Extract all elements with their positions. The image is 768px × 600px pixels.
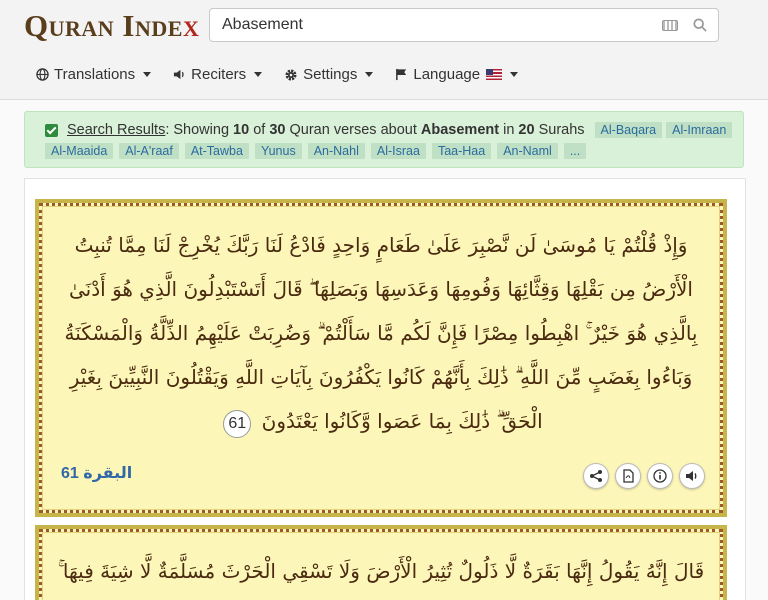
verse-card: وَإِذْ قُلْتُمْ يَا مُوسَىٰ لَن نَّصْبِر… (35, 199, 727, 517)
logo-x: x (182, 8, 200, 43)
nav-settings[interactable]: Settings (284, 66, 374, 83)
search-icon[interactable] (693, 18, 707, 32)
surah-tag[interactable]: Al-Imraan (666, 122, 733, 138)
verses-panel: وَإِذْ قُلْتُمْ يَا مُوسَىٰ لَن نَّصْبِر… (24, 178, 746, 600)
speaker-icon (686, 471, 697, 481)
surah-tag[interactable]: Al-Maaida (45, 143, 114, 159)
us-flag-icon (486, 69, 503, 80)
results-text: : Showing (165, 122, 234, 138)
nav-translations[interactable]: Translations (36, 66, 152, 83)
results-summary: Search Results : Showing 10 of 30 Quran … (45, 122, 733, 138)
logo-text: Quran Inde (24, 8, 183, 43)
results-term: Abasement (420, 122, 500, 138)
verse-arabic: وَإِذْ قُلْتُمْ يَا مُوسَىٰ لَن نَّصْبِر… (64, 233, 698, 433)
verse-actions (583, 463, 705, 489)
caret-down-icon (365, 72, 374, 77)
caret-down-icon (510, 72, 519, 77)
surah-tags: Al-Maaida Al-A'raaf At-Tawba Yunus An-Na… (45, 143, 592, 159)
results-surah-count: 20 (518, 122, 535, 138)
results-text: Surahs (534, 122, 585, 138)
info-icon (653, 469, 667, 483)
more-tags[interactable]: ... (563, 143, 587, 159)
site-logo[interactable]: Quran Index (24, 8, 199, 44)
nav-language[interactable]: Language (395, 66, 519, 83)
results-text: of (249, 122, 270, 138)
search-results-banner: Search Results : Showing 10 of 30 Quran … (24, 111, 744, 168)
surah-name: البقرة (83, 465, 133, 482)
pdf-button[interactable] (615, 463, 641, 489)
search-results-link[interactable]: Search Results (67, 122, 165, 138)
surah-tag[interactable]: Taa-Haa (431, 143, 492, 159)
ayah-number: 61 (223, 410, 252, 438)
flag-icon (395, 68, 408, 81)
nav-reciters[interactable]: Reciters (173, 66, 263, 83)
info-button[interactable] (647, 463, 673, 489)
globe-icon (36, 68, 49, 81)
checkbox-checked-icon (45, 123, 58, 137)
share-icon (590, 470, 602, 482)
surah-tag[interactable]: Yunus (254, 143, 302, 159)
results-total: 30 (269, 122, 286, 138)
surah-tag[interactable]: At-Tawba (184, 143, 249, 159)
verse-ref-number: 61 (61, 465, 79, 482)
pdf-icon (623, 469, 634, 483)
nav-language-label: Language (413, 66, 481, 83)
surah-tag[interactable]: An-Nahl (307, 143, 365, 159)
gear-icon (284, 68, 298, 82)
results-text: Quran verses about (285, 122, 421, 138)
search-input[interactable] (210, 9, 640, 41)
main-nav: Translations Reciters Settings Language (36, 66, 540, 83)
share-button[interactable] (583, 463, 609, 489)
verse-card: قَالَ إِنَّهُ يَقُولُ إِنَّهَا بَقَرَةٌ … (35, 525, 727, 600)
search-box (209, 8, 719, 42)
play-audio-button[interactable] (679, 463, 705, 489)
nav-reciters-label: Reciters (191, 66, 247, 83)
verse-reference[interactable]: البقرة 61 (61, 463, 132, 483)
caret-down-icon (143, 72, 152, 77)
verse-text: قَالَ إِنَّهُ يَقُولُ إِنَّهَا بَقَرَةٌ … (57, 549, 705, 593)
surah-tag[interactable]: Al-A'raaf (119, 143, 179, 159)
keyboard-icon[interactable] (662, 20, 678, 31)
results-text: in (499, 122, 519, 138)
top-header: Quran Index Translations Reciters (0, 0, 768, 100)
surah-tag[interactable]: An-Naml (497, 143, 558, 159)
verse-arabic: قَالَ إِنَّهُ يَقُولُ إِنَّهَا بَقَرَةٌ … (57, 559, 705, 583)
caret-down-icon (254, 72, 263, 77)
results-count: 10 (233, 122, 250, 138)
nav-translations-label: Translations (54, 66, 136, 83)
verse-text: وَإِذْ قُلْتُمْ يَا مُوسَىٰ لَن نَّصْبِر… (57, 223, 705, 443)
nav-settings-label: Settings (303, 66, 358, 83)
surah-tag[interactable]: Al-Baqara (594, 122, 663, 138)
volume-icon (173, 68, 186, 81)
surah-tag[interactable]: Al-Israa (370, 143, 426, 159)
